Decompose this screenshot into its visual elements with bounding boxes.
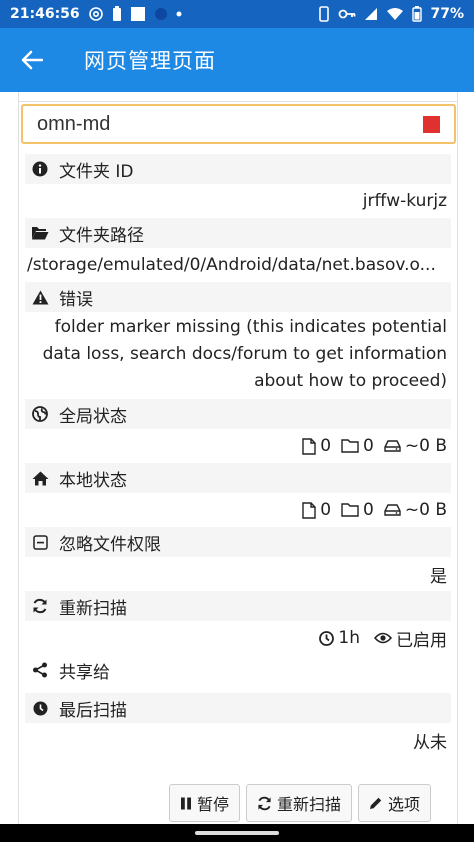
clock-icon [319, 630, 335, 646]
info-icon [31, 160, 49, 178]
clock-icon [31, 699, 49, 717]
panel-top-divider [19, 92, 457, 102]
error-label-row: 错误 [25, 282, 451, 312]
global-files-count: 0 [302, 436, 331, 456]
local-size: ~0 B [384, 500, 447, 520]
last-scan-label-row: 最后扫描 [25, 693, 451, 723]
battery-saver-icon [112, 6, 122, 22]
folder-name: omn-md [37, 112, 111, 135]
globe-icon [31, 405, 49, 423]
file-icon [302, 437, 316, 455]
pause-button[interactable]: 暂停 [169, 784, 241, 822]
rescan-label: 重新扫描 [59, 598, 127, 619]
folder-id-label-row: 文件夹 ID [25, 154, 451, 184]
pause-icon [181, 797, 191, 809]
global-folders-count: 0 [341, 436, 374, 456]
ignore-perms-value: 是 [25, 557, 451, 591]
local-folders-count: 0 [341, 500, 374, 520]
app-notification-icon [130, 6, 146, 22]
folder-path-label-row: 文件夹路径 [25, 218, 451, 248]
global-size: ~0 B [384, 436, 447, 456]
battery-percent: 77% [430, 6, 464, 22]
hard-drive-icon [384, 504, 401, 516]
folder-path-label: 文件夹路径 [59, 225, 144, 246]
folder-icon [341, 503, 359, 517]
shared-with-label-row: 共享给 [25, 655, 451, 685]
local-files-count: 0 [302, 500, 331, 520]
status-bar: 21:46:56 77% [0, 0, 474, 28]
warning-icon [31, 288, 49, 306]
eye-icon [374, 632, 392, 644]
share-icon [31, 661, 49, 679]
folder-panel: omn-md 文件夹 ID jrffw-kurjz 文件夹路径 /storage… [18, 92, 458, 832]
last-scan-value: 从未 [25, 723, 451, 757]
folder-path-value: /storage/emulated/0/Android/data/net.bas… [25, 248, 451, 282]
rescan-interval: 1h [319, 628, 360, 648]
home-gesture-handle[interactable] [195, 831, 279, 835]
more-notifications-icon [176, 11, 182, 17]
battery-icon [412, 6, 423, 22]
global-state-label: 全局状态 [59, 406, 127, 427]
signal-icon [364, 7, 378, 21]
local-state-value: 0 0 ~0 B [25, 493, 451, 527]
ignore-perms-label: 忽略文件权限 [59, 534, 161, 555]
vpn-key-icon [338, 8, 356, 20]
back-button[interactable] [0, 28, 64, 92]
pencil-icon [370, 797, 382, 809]
options-button[interactable]: 选项 [358, 784, 432, 822]
arrow-back-icon [21, 50, 43, 70]
syncthing-notification-icon [154, 7, 168, 21]
local-state-label-row: 本地状态 [25, 463, 451, 493]
page-title: 网页管理页面 [84, 49, 216, 73]
rescan-label-row: 重新扫描 [25, 591, 451, 621]
home-icon [31, 469, 49, 487]
global-state-label-row: 全局状态 [25, 399, 451, 429]
rescan-button[interactable]: 重新扫描 [246, 784, 353, 822]
fs-watcher-status: 已启用 [374, 626, 447, 651]
app-bar: 网页管理页面 [0, 28, 474, 92]
folder-icon [341, 439, 359, 453]
rescan-value: 1h 已启用 [25, 621, 451, 655]
folder-actions: 暂停 重新扫描 选项 [169, 784, 432, 822]
local-state-label: 本地状态 [59, 470, 127, 491]
refresh-icon [258, 796, 271, 810]
global-state-value: 0 0 ~0 B [25, 429, 451, 463]
refresh-icon [31, 597, 49, 615]
folder-status-indicator [423, 115, 440, 133]
hard-drive-icon [384, 440, 401, 452]
error-message: folder marker missing (this indicates po… [25, 312, 451, 399]
folder-open-icon [31, 224, 49, 242]
status-time: 21:46:56 [10, 6, 80, 22]
wifi-icon [386, 7, 404, 21]
last-scan-label: 最后扫描 [59, 700, 127, 721]
minus-square-icon [31, 533, 49, 551]
folder-id-label: 文件夹 ID [59, 161, 134, 182]
folder-header[interactable]: omn-md [21, 104, 456, 144]
folder-id-value: jrffw-kurjz [25, 184, 451, 218]
at-sign-icon [88, 6, 104, 22]
error-label: 错误 [59, 289, 93, 310]
ignore-perms-label-row: 忽略文件权限 [25, 527, 451, 557]
folder-details: 文件夹 ID jrffw-kurjz 文件夹路径 /storage/emulat… [25, 154, 451, 757]
shared-with-label: 共享给 [59, 662, 110, 683]
file-icon [302, 501, 316, 519]
vibrate-icon [318, 6, 330, 22]
